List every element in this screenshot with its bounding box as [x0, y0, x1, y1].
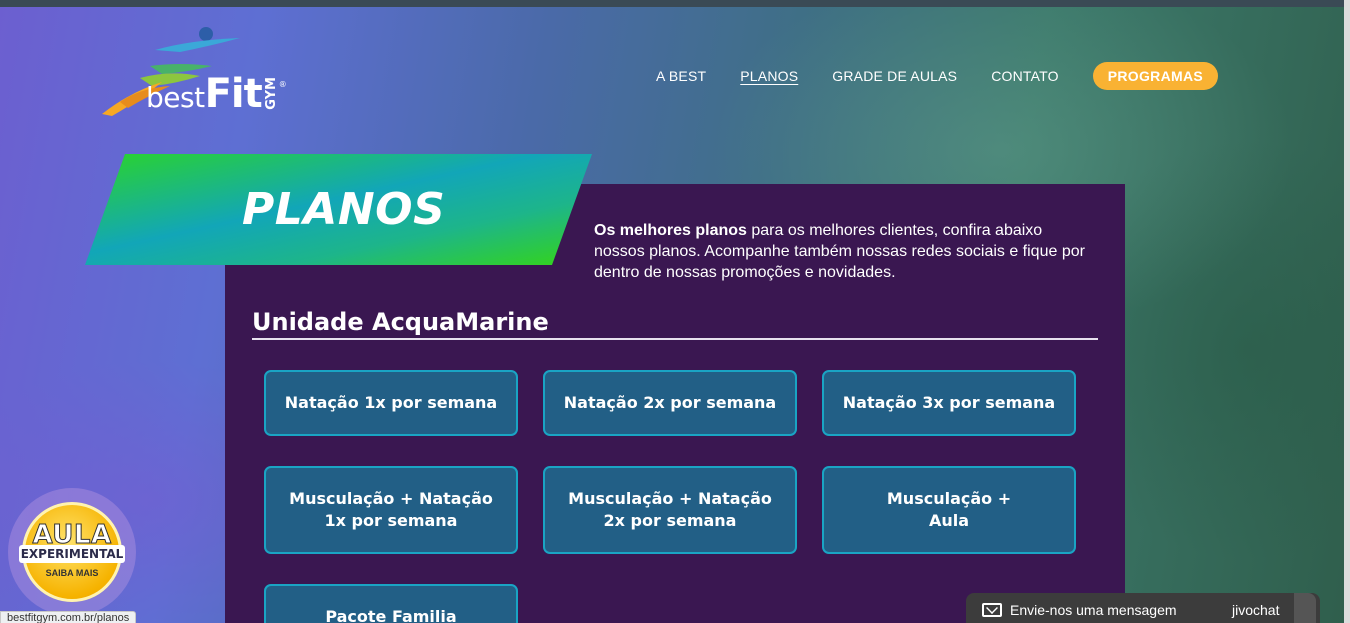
plan-musculacao-aula-button[interactable]: Musculação + Aula: [822, 466, 1076, 554]
plan-label: Pacote Familia: [325, 607, 457, 623]
plan-musculacao-natacao-1x-button[interactable]: Musculação + Natação 1x por semana: [264, 466, 518, 554]
badge-saiba-mais-text: SAIBA MAIS: [45, 568, 99, 578]
logo-gym: GYM: [263, 77, 279, 110]
bestfit-logo[interactable]: best Fit GYM ®: [100, 22, 300, 132]
logo-registered-mark: ®: [278, 80, 287, 89]
nav-contato[interactable]: CONTATO: [991, 68, 1059, 84]
plan-label: Natação 2x por semana: [563, 393, 777, 412]
nav-a-best[interactable]: A BEST: [656, 68, 706, 84]
aula-experimental-badge[interactable]: AULA EXPERIMENTAL SAIBA MAIS: [8, 488, 136, 616]
plan-natacao-1x-button[interactable]: Natação 1x por semana: [264, 370, 518, 436]
section-divider: [252, 338, 1098, 340]
intro-text: Os melhores planos para os melhores clie…: [594, 220, 1094, 283]
main-nav: A BEST PLANOS GRADE DE AULAS CONTATO PRO…: [622, 62, 1218, 90]
chat-corner-decoration: [1294, 593, 1316, 623]
logo-wordmark: best Fit GYM ®: [146, 71, 287, 117]
section-title: Unidade AcquaMarine: [252, 308, 549, 336]
status-bar-url: bestfitgym.com.br/planos: [0, 611, 137, 623]
plan-label-sub: Aula: [928, 511, 970, 530]
intro-bold: Os melhores planos: [594, 222, 747, 239]
plan-label: Musculação + Natação: [568, 489, 772, 508]
chat-widget[interactable]: Envie-nos uma mensagem jivochat: [966, 593, 1320, 623]
chat-brand: jivochat: [1232, 602, 1280, 618]
plan-label: Musculação +: [886, 489, 1012, 508]
badge-experimental-text: EXPERIMENTAL: [19, 545, 125, 563]
logo-best: best: [146, 81, 205, 114]
programas-button[interactable]: PROGRAMAS: [1092, 62, 1218, 90]
plan-label-sub: 2x por semana: [603, 511, 737, 530]
plan-label: Musculação + Natação: [289, 489, 493, 508]
nav-planos[interactable]: PLANOS: [740, 68, 798, 84]
chat-label: Envie-nos uma mensagem: [1010, 602, 1177, 618]
plan-label: Natação 3x por semana: [842, 393, 1056, 412]
nav-grade-de-aulas[interactable]: GRADE DE AULAS: [832, 68, 957, 84]
plan-natacao-3x-button[interactable]: Natação 3x por semana: [822, 370, 1076, 436]
browser-top-strip: [0, 0, 1350, 7]
plan-natacao-2x-button[interactable]: Natação 2x por semana: [543, 370, 797, 436]
plan-musculacao-natacao-2x-button[interactable]: Musculação + Natação 2x por semana: [543, 466, 797, 554]
scrollbar[interactable]: [1344, 0, 1350, 623]
plan-label: Natação 1x por semana: [284, 393, 498, 412]
envelope-icon: [982, 603, 1002, 617]
logo-fit: Fit: [204, 71, 263, 117]
page-title: PLANOS: [242, 184, 446, 235]
plan-label-sub: 1x por semana: [324, 511, 458, 530]
plan-pacote-familia-button[interactable]: Pacote Familia: [264, 584, 518, 623]
